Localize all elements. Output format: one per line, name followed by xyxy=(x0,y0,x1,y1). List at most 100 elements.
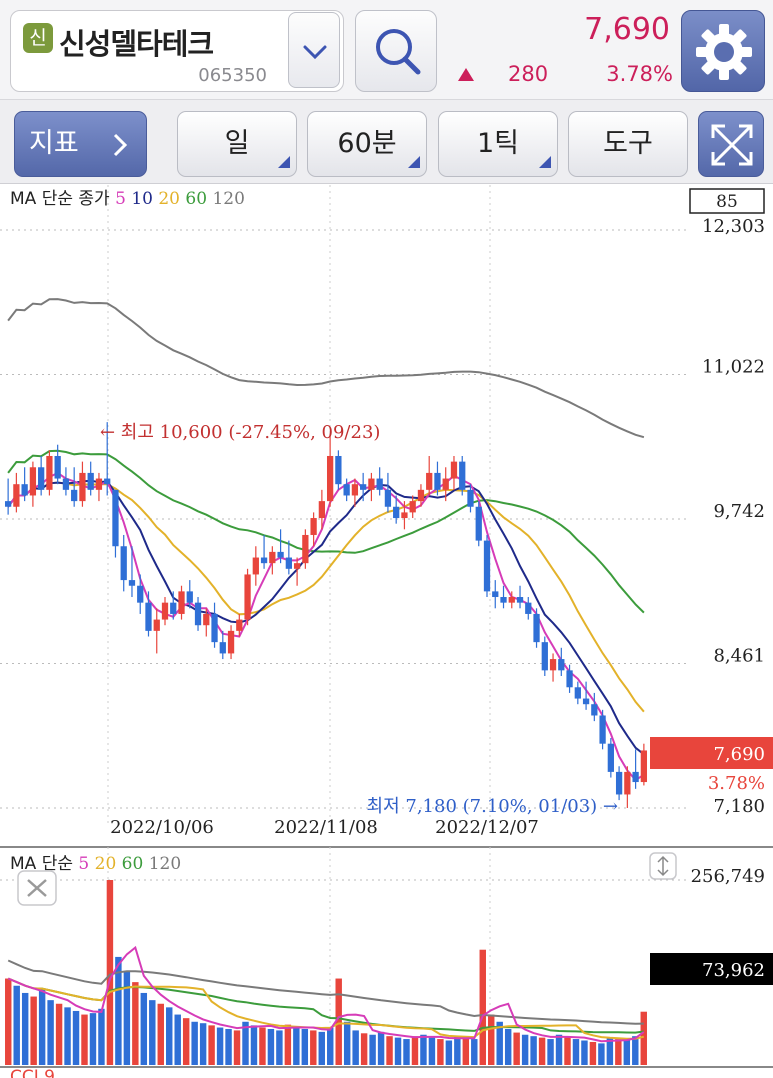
price-axis-tick: 12,303 xyxy=(702,216,765,237)
volume-axis-max: 256,749 xyxy=(691,866,765,887)
candle-body xyxy=(450,461,458,479)
volume-bar xyxy=(157,1003,164,1065)
candle-body xyxy=(161,602,169,620)
volume-bar xyxy=(191,1021,198,1065)
volume-bar xyxy=(225,1028,232,1065)
chart-area[interactable]: MA 단순 종가 5 10 20 60 120 85 12,303 11,022 9,… xyxy=(0,185,773,1078)
volume-bar xyxy=(428,1037,436,1065)
candle-body xyxy=(549,659,557,671)
candle-body xyxy=(360,484,367,490)
candle-body xyxy=(29,467,37,496)
volume-bar xyxy=(420,1034,427,1065)
candle-body xyxy=(393,506,400,519)
volume-bar xyxy=(572,1039,580,1065)
current-change-label: 3.78% xyxy=(708,773,765,794)
candle-body xyxy=(492,591,499,598)
candle-body xyxy=(219,642,226,654)
candle-body xyxy=(615,771,623,795)
search-button[interactable] xyxy=(355,10,437,92)
volume-bar xyxy=(581,1040,588,1065)
candle-body xyxy=(566,670,573,688)
tick-button[interactable]: 1틱 xyxy=(438,111,558,177)
volume-bar xyxy=(454,1036,461,1065)
fullscreen-button[interactable] xyxy=(698,111,764,177)
candle-body xyxy=(426,472,433,490)
current-price: 7,690 xyxy=(584,12,670,47)
candle-body xyxy=(343,484,350,496)
candle-body xyxy=(252,557,259,575)
candle-body xyxy=(54,455,61,479)
volume-bar xyxy=(589,1041,597,1065)
volume-bar xyxy=(81,1014,88,1065)
period-day-button[interactable]: 일 xyxy=(177,111,297,177)
volume-bar xyxy=(640,1011,647,1065)
volume-bar xyxy=(386,1036,393,1065)
candle-body xyxy=(186,591,193,603)
candle-body xyxy=(104,478,111,485)
candle-body xyxy=(442,478,449,490)
price-legend: MA 단순 종가 5 10 20 60 120 xyxy=(10,189,245,209)
candle-body xyxy=(203,613,210,626)
settings-button[interactable] xyxy=(681,10,765,92)
candle-body xyxy=(318,501,326,519)
volume-bar xyxy=(72,1010,80,1065)
volume-bar xyxy=(521,1034,529,1065)
volume-bar xyxy=(149,1000,156,1065)
ma60-line xyxy=(7,449,645,614)
price-axis-tick: 9,742 xyxy=(713,501,765,522)
legend-ma-10: 10 xyxy=(131,189,158,209)
volume-bar xyxy=(343,1021,351,1065)
volume-bar xyxy=(318,1031,325,1065)
volume-bar xyxy=(276,1030,283,1065)
market-badge: 신 xyxy=(23,23,53,53)
candle-body xyxy=(137,585,144,603)
top-value: 85 xyxy=(716,192,738,212)
candle-body xyxy=(120,546,127,581)
candle-body xyxy=(541,642,548,671)
candle-body xyxy=(260,557,268,564)
candle-body xyxy=(376,478,383,490)
volume-bar xyxy=(5,978,12,1065)
volume-bar xyxy=(369,1034,376,1065)
candle-body xyxy=(434,472,441,490)
tools-button[interactable]: 도구 xyxy=(568,111,688,177)
date-axis-tick: 2022/10/06 xyxy=(110,817,214,838)
candle-body xyxy=(574,687,581,699)
candle-body xyxy=(508,597,515,603)
volume-bar xyxy=(632,1036,639,1065)
volume-bar xyxy=(615,1039,622,1065)
candle-body xyxy=(632,771,639,783)
legend-ma-20: 20 xyxy=(158,189,185,209)
volume-bar xyxy=(47,1000,54,1065)
volume-bar xyxy=(98,1008,105,1065)
price-axis-tick: 8,461 xyxy=(713,645,765,666)
volume-bar xyxy=(267,1028,275,1065)
candle-body xyxy=(475,506,482,541)
stock-dropdown-button[interactable] xyxy=(288,12,340,88)
ma120-line xyxy=(7,298,645,439)
change-amount: 280 xyxy=(508,62,549,86)
candle-body xyxy=(467,489,474,507)
volume-bar xyxy=(462,1037,470,1065)
candle-body xyxy=(71,489,78,502)
candle-body xyxy=(326,455,334,502)
low-annotation: 최저 7,180 (7.10%, 01/03) → xyxy=(367,796,618,817)
period-minute-button[interactable]: 60분 xyxy=(307,111,427,177)
candle-body xyxy=(582,698,590,705)
volume-bar xyxy=(89,1013,97,1065)
next-panel-label: CCI 9 xyxy=(10,1067,55,1078)
chevron-down-icon xyxy=(303,45,327,60)
candle-body xyxy=(409,501,416,513)
legend-ma-5: 5 xyxy=(78,854,94,874)
candle-body xyxy=(87,472,94,490)
volume-bar xyxy=(623,1040,631,1065)
volume-bar xyxy=(598,1043,605,1065)
candle-body xyxy=(211,613,218,643)
volume-bar xyxy=(301,1028,309,1065)
volume-bar xyxy=(166,1007,173,1065)
candle-body xyxy=(599,715,606,744)
indicator-button[interactable]: 지표 xyxy=(14,111,147,177)
volume-bar xyxy=(38,989,46,1065)
volume-bar xyxy=(352,1030,359,1065)
stock-chart[interactable]: MA 단순 종가 5 10 20 60 120 85 12,303 11,022 9,… xyxy=(0,185,773,1078)
